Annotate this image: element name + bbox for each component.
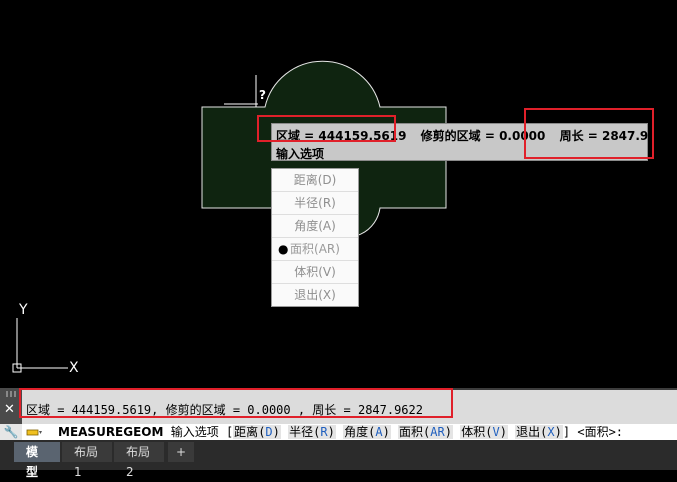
add-layout-button[interactable]: + xyxy=(168,442,194,462)
command-history: 区域 = 444159.5619, 修剪的区域 = 0.0000 , 周长 = … xyxy=(22,390,677,424)
ucs-y-label: Y xyxy=(18,302,28,318)
command-default: <面积>: xyxy=(577,425,624,439)
drawing-viewport[interactable]: ? Y X 区域 = 444159.5619 修剪的区域 = 0.0000 周长… xyxy=(0,0,677,388)
command-prompt-text: 输入选项 xyxy=(170,425,219,439)
grip-dots-icon xyxy=(6,391,16,397)
tab-layout1[interactable]: 布局1 xyxy=(62,442,112,479)
command-line-panel: ✕ 区域 = 444159.5619, 修剪的区域 = 0.0000 , 周长 … xyxy=(0,388,677,440)
tooltip-perimeter: 周长 = 2847.9622 xyxy=(559,129,674,143)
option-distance[interactable]: 距离(D) xyxy=(233,425,281,439)
options-menu: 距离(D) 半径(R) 角度(A) ● 面积(AR) 体积(V) 退出(X) xyxy=(271,168,359,307)
menu-item-radius[interactable]: 半径(R) xyxy=(272,192,358,215)
command-prompt[interactable]: MEASUREGEOM 输入选项 [距离(D) 半径(R) 角度(A) 面积(A… xyxy=(58,424,623,440)
layout-tabs-bar: 模型 布局1 布局2 + xyxy=(0,440,677,479)
option-angle[interactable]: 角度(A) xyxy=(343,425,391,439)
command-name: MEASUREGEOM xyxy=(58,425,164,439)
option-volume[interactable]: 体积(V) xyxy=(460,425,508,439)
ucs-x-label: X xyxy=(69,360,79,376)
measure-tooltip: 区域 = 444159.5619 修剪的区域 = 0.0000 周长 = 284… xyxy=(271,123,673,161)
menu-item-volume[interactable]: 体积(V) xyxy=(272,261,358,284)
option-radius[interactable]: 半径(R) xyxy=(288,425,336,439)
menu-item-distance[interactable]: 距离(D) xyxy=(272,169,358,192)
tooltip-prompt: 输入选项 xyxy=(276,147,325,161)
command-input-row[interactable]: 🔧 MEASUREGEOM 输入选项 [距离(D) 半径(R) 角度(A) 面积… xyxy=(0,424,677,440)
option-exit[interactable]: 退出(X) xyxy=(515,425,563,439)
tab-model[interactable]: 模型 xyxy=(14,442,60,479)
menu-item-exit[interactable]: 退出(X) xyxy=(272,284,358,306)
measure-ruler-icon[interactable] xyxy=(26,426,42,438)
cursor-help-icon: ? xyxy=(259,88,266,102)
history-line: 区域 = 444159.5619, 修剪的区域 = 0.0000 , 周长 = … xyxy=(26,403,423,417)
tooltip-area: 区域 = 444159.5619 xyxy=(276,129,407,143)
option-area[interactable]: 面积(AR) xyxy=(398,425,453,439)
tab-layout2[interactable]: 布局2 xyxy=(114,442,164,479)
tooltip-trimmed-area: 修剪的区域 = 0.0000 xyxy=(420,129,546,143)
close-icon[interactable]: ✕ xyxy=(4,402,15,417)
menu-item-angle[interactable]: 角度(A) xyxy=(272,215,358,238)
menu-item-area[interactable]: ● 面积(AR) xyxy=(272,238,358,261)
selected-bullet-icon: ● xyxy=(278,242,289,256)
wrench-icon[interactable]: 🔧 xyxy=(0,424,22,440)
